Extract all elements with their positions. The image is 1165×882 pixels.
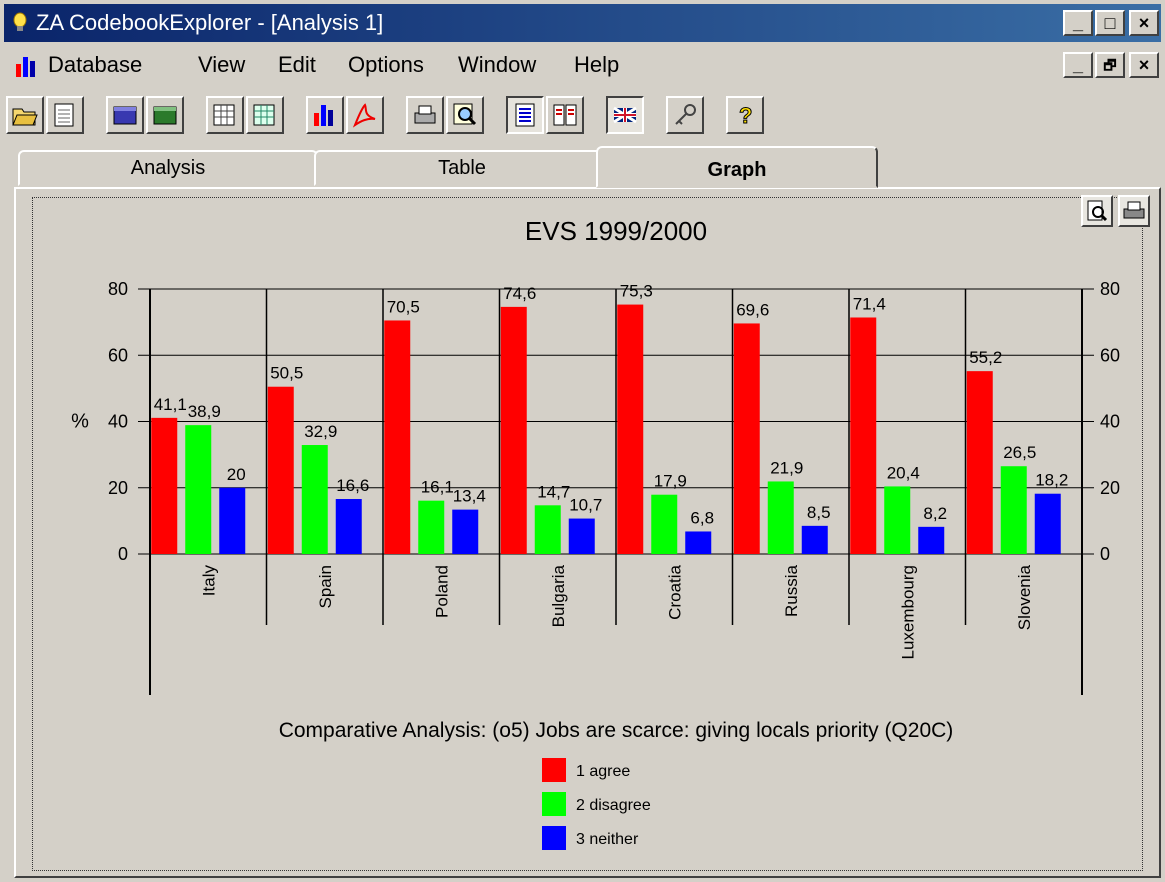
multi-report-icon (553, 104, 577, 126)
pdf-icon (352, 103, 376, 128)
maximize-button[interactable]: □ (1095, 10, 1125, 36)
chart-button[interactable] (306, 96, 344, 134)
tab-analysis[interactable]: Analysis (18, 150, 318, 186)
open-folder-icon (12, 108, 38, 126)
menu-options[interactable]: Options (348, 52, 424, 78)
help-icon: ? (739, 103, 753, 129)
open-button[interactable] (6, 96, 44, 134)
table-green-button[interactable] (246, 96, 284, 134)
document-chart-icon[interactable] (14, 54, 40, 78)
database-blue-icon (113, 106, 137, 125)
print-graph-button[interactable] (1118, 195, 1150, 227)
report-button[interactable] (506, 96, 544, 134)
key-button[interactable] (666, 96, 704, 134)
svg-text:?: ? (739, 103, 752, 128)
tab-graph[interactable]: Graph (596, 146, 878, 188)
tab-bar: Analysis Table Graph (14, 146, 1161, 188)
toolbar: ? (4, 92, 1161, 138)
database-green-icon (153, 106, 177, 125)
multi-report-button[interactable] (546, 96, 584, 134)
menu-database[interactable]: Database (48, 52, 142, 78)
document-grid-icon (54, 103, 74, 127)
printer-icon (414, 105, 436, 124)
menu-window[interactable]: Window (458, 52, 536, 78)
menu-help[interactable]: Help (574, 52, 619, 78)
menu-bar: Database View Edit Options Window Help _… (4, 48, 1161, 84)
database-green-button[interactable] (146, 96, 184, 134)
menu-edit[interactable]: Edit (278, 52, 316, 78)
print-preview-icon (1087, 200, 1108, 222)
child-restore-button[interactable]: 🗗 (1095, 52, 1125, 78)
preview-button[interactable] (1081, 195, 1113, 227)
pdf-button[interactable] (346, 96, 384, 134)
database-blue-button[interactable] (106, 96, 144, 134)
table-grid-icon (213, 104, 235, 126)
tab-table[interactable]: Table (314, 150, 610, 186)
find-icon (453, 103, 477, 126)
table-grid-green-icon (253, 104, 275, 126)
language-button[interactable] (606, 96, 644, 134)
window-title: ZA CodebookExplorer - [Analysis 1] (36, 10, 384, 35)
menu-view[interactable]: View (198, 52, 245, 78)
print-button[interactable] (406, 96, 444, 134)
table-button[interactable] (206, 96, 244, 134)
help-button[interactable]: ? (726, 96, 764, 134)
child-close-button[interactable]: × (1129, 52, 1159, 78)
document-button[interactable] (46, 96, 84, 134)
child-minimize-button[interactable]: _ (1063, 52, 1093, 78)
printer-icon (1123, 201, 1145, 219)
minimize-button[interactable]: _ (1063, 10, 1093, 36)
close-button[interactable]: × (1129, 10, 1159, 36)
graph-panel (14, 187, 1161, 878)
graph-frame (32, 197, 1143, 871)
find-button[interactable] (446, 96, 484, 134)
bar-chart-icon (314, 105, 333, 126)
app-window: ZA CodebookExplorer - [Analysis 1] _ □ ×… (0, 0, 1165, 882)
key-icon (675, 104, 696, 125)
report-icon (515, 103, 535, 127)
app-lightbulb-icon (13, 12, 27, 31)
title-bar[interactable]: ZA CodebookExplorer - [Analysis 1] _ □ × (4, 4, 1161, 42)
uk-flag-icon (613, 106, 637, 124)
